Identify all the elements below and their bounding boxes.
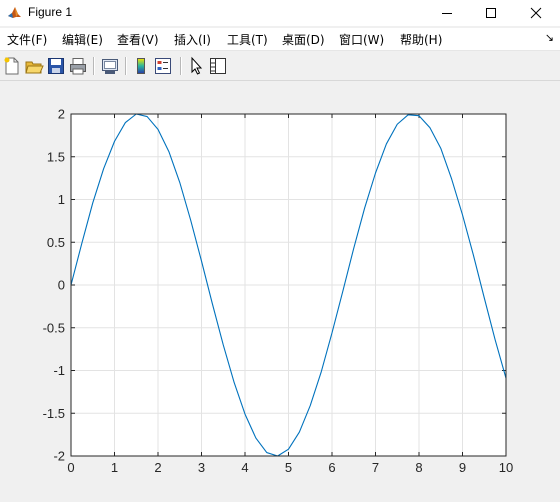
figure-canvas[interactable]: 0 1 2 3 4 5 6 7 8 9 10 2 1.5 1 0.5 0 -0.5 -1 -1.5 -2 bbox=[0, 81, 560, 499]
insert-legend-button[interactable] bbox=[153, 56, 173, 76]
x-tick-label: 9 bbox=[459, 460, 466, 475]
close-button[interactable] bbox=[514, 0, 558, 26]
menu-file[interactable]: 文件(F) bbox=[7, 31, 47, 48]
close-icon bbox=[530, 7, 542, 19]
toolbar bbox=[0, 52, 560, 81]
line-plot[interactable]: 0 1 2 3 4 5 6 7 8 9 10 2 1.5 1 0.5 0 -0.5 -1 -1.5 -2 bbox=[0, 81, 560, 499]
y-tick-label: 2 bbox=[58, 107, 65, 122]
x-tick-label: 0 bbox=[67, 460, 74, 475]
menu-bar: 文件(F) 编辑(E) 查看(V) 插入(I) 工具(T) 桌面(D) 窗口(W… bbox=[0, 28, 560, 51]
menu-overflow-arrow[interactable]: ↘ bbox=[545, 31, 554, 44]
menu-window[interactable]: 窗口(W) bbox=[339, 31, 384, 48]
window-title: Figure 1 bbox=[28, 5, 73, 19]
new-figure-icon bbox=[4, 57, 19, 75]
insert-colorbar-icon bbox=[137, 58, 145, 74]
menu-desktop[interactable]: 桌面(D) bbox=[282, 31, 325, 48]
maximize-button[interactable] bbox=[469, 0, 513, 26]
minimize-icon bbox=[442, 13, 452, 14]
y-tick-label: 1.5 bbox=[47, 149, 65, 164]
matlab-app-icon bbox=[7, 5, 22, 20]
menu-insert[interactable]: 插入(I) bbox=[174, 31, 211, 48]
save-button[interactable] bbox=[46, 56, 66, 76]
x-tick-label: 3 bbox=[198, 460, 205, 475]
minimize-button[interactable] bbox=[425, 0, 469, 26]
toolbar-separator bbox=[93, 57, 95, 75]
x-tick-label: 8 bbox=[415, 460, 422, 475]
menu-view[interactable]: 查看(V) bbox=[117, 31, 159, 48]
open-file-icon bbox=[25, 61, 44, 74]
y-tick-label: 1 bbox=[58, 192, 65, 207]
property-inspector-button[interactable] bbox=[208, 56, 228, 76]
edit-plot-icon bbox=[191, 56, 203, 75]
x-tick-label: 6 bbox=[328, 460, 335, 475]
insert-colorbar-button[interactable] bbox=[131, 56, 151, 76]
toolbar-separator bbox=[125, 57, 127, 75]
edit-plot-button[interactable] bbox=[186, 56, 206, 76]
x-tick-label: 1 bbox=[111, 460, 118, 475]
new-figure-button[interactable] bbox=[2, 56, 22, 76]
property-inspector-icon bbox=[210, 58, 226, 74]
x-tick-label: 2 bbox=[154, 460, 161, 475]
y-tick-label: -2 bbox=[53, 449, 65, 464]
link-plot-icon bbox=[102, 59, 118, 74]
maximize-icon bbox=[486, 8, 496, 18]
print-icon bbox=[70, 58, 86, 75]
x-tick-label: 4 bbox=[241, 460, 248, 475]
x-tick-label: 7 bbox=[372, 460, 379, 475]
insert-legend-icon bbox=[155, 58, 171, 74]
y-tick-label: 0.5 bbox=[47, 235, 65, 250]
x-tick-label: 5 bbox=[285, 460, 292, 475]
link-plot-button[interactable] bbox=[100, 56, 120, 76]
y-tick-label: -0.5 bbox=[43, 320, 65, 335]
save-icon bbox=[48, 58, 64, 74]
print-button[interactable] bbox=[68, 56, 88, 76]
y-tick-label: 0 bbox=[58, 278, 65, 293]
toolbar-separator bbox=[180, 57, 182, 75]
open-file-button[interactable] bbox=[24, 56, 44, 76]
y-tick-label: -1 bbox=[53, 363, 65, 378]
menu-edit[interactable]: 编辑(E) bbox=[62, 31, 103, 48]
x-tick-label: 10 bbox=[499, 460, 513, 475]
y-tick-label: -1.5 bbox=[43, 406, 65, 421]
menu-tools[interactable]: 工具(T) bbox=[227, 31, 268, 48]
title-bar: Figure 1 bbox=[0, 0, 560, 26]
menu-help[interactable]: 帮助(H) bbox=[400, 31, 442, 48]
